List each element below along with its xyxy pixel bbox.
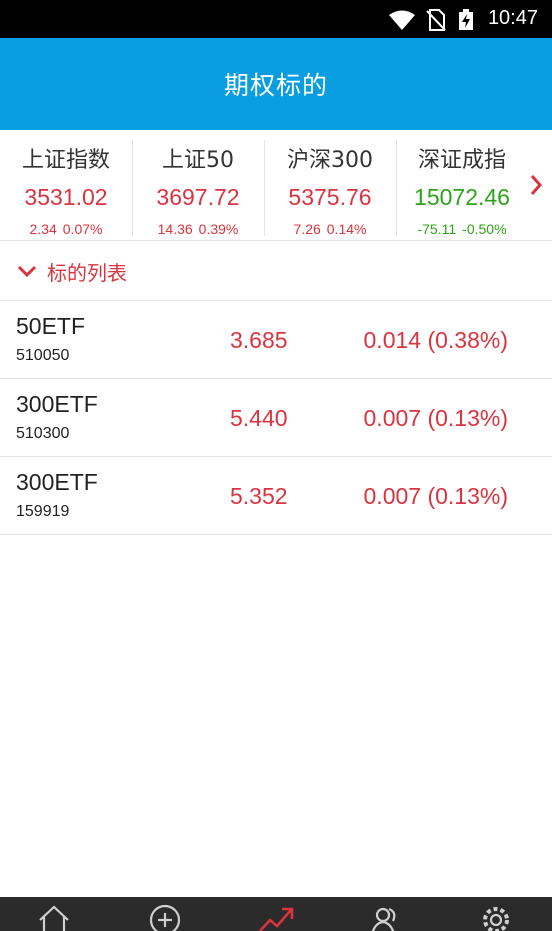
- index-change: 14.36 0.39%: [132, 221, 264, 237]
- home-icon: [39, 905, 69, 931]
- chevron-down-icon: [17, 265, 37, 278]
- status-time: 10:47: [487, 7, 538, 29]
- etf-list: 50ETF 510050 3.685 0.014 (0.38%) 300ETF …: [0, 301, 552, 535]
- tab-market[interactable]: [256, 904, 296, 931]
- etf-code: 159919: [16, 503, 70, 520]
- index-value: 3531.02: [24, 184, 108, 210]
- etf-code: 510050: [16, 347, 70, 364]
- index-value: 15072.46: [414, 184, 510, 210]
- index-name: 沪深300: [287, 148, 373, 173]
- index-change-percent: 0.07%: [62, 221, 103, 237]
- app-header: 期权标的: [0, 38, 552, 130]
- etf-price: 3.685: [230, 327, 288, 353]
- list-item[interactable]: 300ETF 159919 5.352 0.007 (0.13%): [0, 457, 552, 535]
- index-card-sse50[interactable]: 上证50 3697.72 14.36 0.39%: [132, 140, 265, 237]
- etf-price: 5.440: [230, 405, 288, 431]
- index-change: 7.26 0.14%: [264, 221, 396, 237]
- index-change-amount: -75.11: [417, 221, 457, 237]
- tab-users[interactable]: [367, 904, 407, 931]
- index-card-sse-composite[interactable]: 上证指数 3531.02 2.34 0.07%: [0, 140, 133, 237]
- list-item[interactable]: 300ETF 510300 5.440 0.007 (0.13%): [0, 379, 552, 457]
- etf-change: 0.007 (0.13%): [363, 405, 508, 431]
- chevron-right-icon[interactable]: [526, 170, 546, 200]
- index-change-amount: 14.36: [157, 221, 193, 237]
- tab-home[interactable]: [34, 904, 74, 931]
- section-header-underlying-list[interactable]: 标的列表: [0, 240, 552, 301]
- battery-charging-icon: [459, 9, 473, 30]
- etf-name: 300ETF: [16, 469, 98, 495]
- index-name: 深证成指: [417, 148, 506, 173]
- index-change-percent: -0.50%: [462, 221, 507, 237]
- tab-add[interactable]: [145, 904, 185, 931]
- etf-name: 300ETF: [16, 391, 98, 417]
- index-change-amount: 7.26: [293, 221, 321, 237]
- index-card-szse-component[interactable]: 深证成指 15072.46 -75.11 -0.50%: [396, 140, 528, 237]
- index-card-csi300[interactable]: 沪深300 5375.76 7.26 0.14%: [264, 140, 397, 237]
- index-change-percent: 0.14%: [326, 221, 367, 237]
- index-value: 5375.76: [288, 184, 372, 210]
- index-name: 上证指数: [21, 148, 110, 173]
- bottom-tab-bar: [0, 897, 552, 931]
- page-title: 期权标的: [223, 71, 328, 100]
- wifi-icon: [389, 10, 415, 30]
- trend-icon: [259, 907, 294, 931]
- settings-icon: [483, 907, 509, 931]
- index-change-amount: 2.34: [29, 221, 57, 237]
- index-value: 3697.72: [156, 184, 240, 210]
- index-change-percent: 0.39%: [198, 221, 239, 237]
- etf-name: 50ETF: [16, 313, 86, 339]
- etf-change: 0.007 (0.13%): [363, 483, 508, 509]
- add-circle-icon: [149, 904, 181, 931]
- etf-change: 0.014 (0.38%): [363, 327, 508, 353]
- index-change: -75.11 -0.50%: [396, 221, 528, 237]
- index-strip[interactable]: 上证指数 3531.02 2.34 0.07% 上证50 3697.72 14.3…: [0, 130, 552, 241]
- etf-code: 510300: [16, 425, 70, 442]
- etf-price: 5.352: [230, 483, 288, 509]
- index-change: 2.34 0.07%: [0, 221, 132, 237]
- users-icon: [371, 907, 396, 931]
- section-title: 标的列表: [47, 261, 127, 285]
- tab-settings[interactable]: [476, 904, 516, 931]
- status-bar: 10:47: [0, 0, 552, 38]
- list-item[interactable]: 50ETF 510050 3.685 0.014 (0.38%): [0, 301, 552, 379]
- index-name: 上证50: [162, 148, 234, 173]
- no-sim-icon: [426, 9, 446, 31]
